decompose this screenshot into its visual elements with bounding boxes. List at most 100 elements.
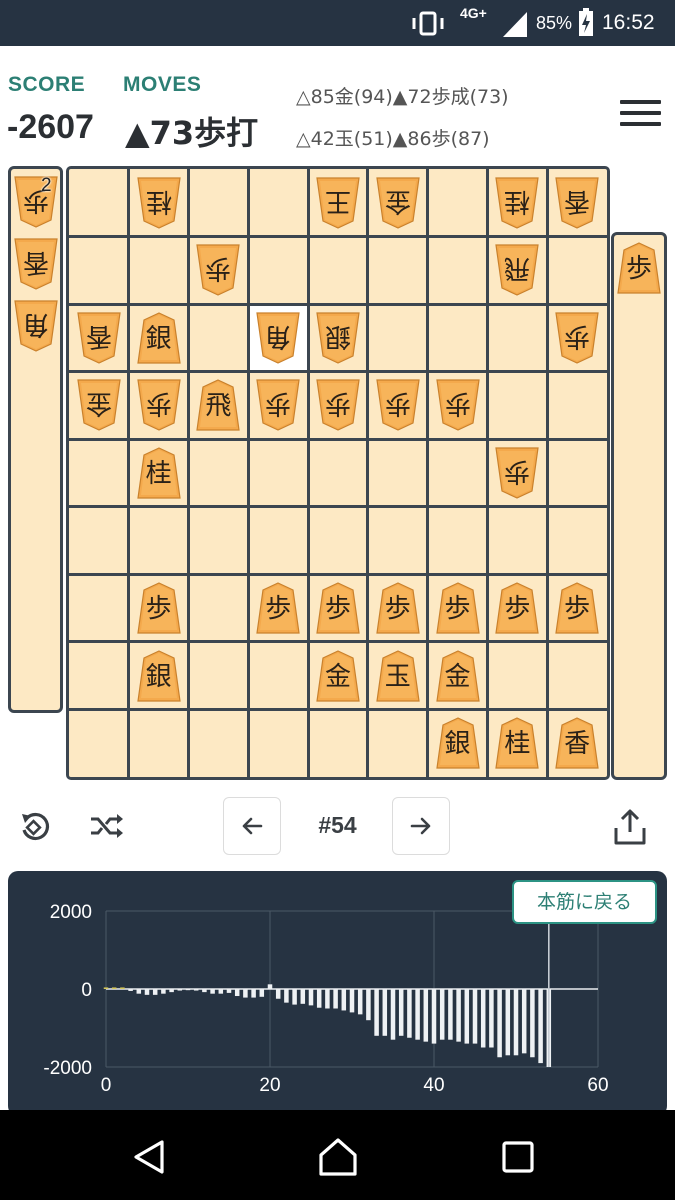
eval-bar — [480, 989, 486, 1048]
prev-move-button[interactable] — [223, 797, 281, 855]
board-piece[interactable]: 銀 — [315, 311, 361, 365]
move-number: #54 — [318, 812, 357, 838]
board-piece[interactable]: 歩 — [375, 378, 421, 432]
piece-char: 香 — [85, 320, 112, 351]
eval-bar — [120, 987, 125, 989]
hand-piece[interactable]: 角 — [13, 299, 59, 353]
hamburger-menu-icon[interactable] — [620, 100, 662, 130]
board-piece[interactable]: 歩 — [554, 311, 600, 365]
eval-bar — [316, 989, 322, 1008]
hand-piece[interactable]: 香 — [13, 237, 59, 291]
board-piece[interactable]: 銀 — [136, 649, 182, 703]
board-piece[interactable]: 歩 — [494, 446, 540, 500]
eval-bar — [284, 989, 289, 1003]
eval-bar — [472, 989, 478, 1044]
back-icon[interactable] — [130, 1137, 170, 1177]
piece-char: 角 — [23, 309, 50, 339]
board-piece[interactable]: 金 — [76, 378, 122, 432]
board-piece[interactable]: 歩 — [136, 581, 182, 635]
clock: 16:52 — [602, 11, 655, 34]
arrow-left-icon — [242, 817, 263, 835]
board-piece[interactable]: 桂 — [494, 716, 540, 770]
board-piece[interactable]: 銀 — [435, 716, 481, 770]
grid-line — [69, 302, 607, 306]
piece-char: 角 — [265, 320, 292, 351]
board-piece[interactable]: 歩 — [195, 243, 241, 297]
board-piece[interactable]: 歩 — [315, 378, 361, 432]
board-piece[interactable]: 玉 — [375, 649, 421, 703]
eval-bar — [439, 989, 445, 1040]
eval-bar — [210, 989, 215, 994]
return-to-mainline-button[interactable]: 本筋に戻る — [512, 880, 657, 924]
board-piece[interactable]: 香 — [76, 311, 122, 365]
board-piece[interactable]: 歩 — [494, 581, 540, 635]
board-piece[interactable]: 歩 — [315, 581, 361, 635]
board-piece[interactable]: 金 — [315, 649, 361, 703]
hand-piece[interactable]: 歩 — [616, 241, 662, 295]
board-piece[interactable]: 桂 — [136, 176, 182, 230]
eval-bar — [431, 989, 437, 1044]
grid-line — [69, 437, 607, 441]
shuffle-icon[interactable] — [88, 808, 124, 844]
next-move-button[interactable] — [392, 797, 450, 855]
piece-char: 飛 — [205, 391, 232, 422]
share-icon[interactable] — [610, 806, 650, 848]
piece-char: 歩 — [324, 594, 351, 625]
board-piece[interactable]: 角 — [255, 311, 301, 365]
eval-bar — [259, 989, 265, 997]
board-piece[interactable]: 歩 — [375, 581, 421, 635]
board-piece[interactable]: 香 — [554, 176, 600, 230]
board-piece[interactable]: 歩 — [136, 378, 182, 432]
piece-char: 歩 — [384, 388, 411, 419]
y-tick-label: 2000 — [50, 902, 92, 923]
eval-bar — [226, 989, 232, 993]
board-piece[interactable]: 歩 — [435, 378, 481, 432]
board-piece[interactable]: 飛 — [494, 243, 540, 297]
rotate-board-icon[interactable] — [16, 806, 56, 846]
eval-bar — [390, 989, 396, 1040]
board-piece[interactable]: 香 — [554, 716, 600, 770]
eval-bar — [292, 989, 297, 1005]
board-piece[interactable]: 歩 — [554, 581, 600, 635]
eval-bar — [300, 989, 306, 1004]
eval-bar — [251, 989, 256, 998]
piece-char: 銀 — [325, 320, 352, 351]
board-piece[interactable]: 銀 — [136, 311, 182, 365]
eval-bar — [128, 989, 133, 991]
eval-bar — [152, 989, 158, 995]
board-piece[interactable]: 金 — [375, 176, 421, 230]
eval-bar — [407, 989, 412, 1038]
board-piece[interactable]: 桂 — [494, 176, 540, 230]
board-piece[interactable]: 歩 — [255, 378, 301, 432]
move-history-line-2: △42玉(51)▲86歩(87) — [296, 128, 490, 150]
piece-char: 歩 — [325, 388, 352, 419]
eval-bar — [333, 989, 338, 1009]
piece-char: 桂 — [145, 459, 172, 489]
eval-bar — [341, 989, 347, 1011]
eval-bar — [423, 989, 429, 1042]
board-piece[interactable]: 歩 — [255, 581, 301, 635]
board-piece[interactable]: 桂 — [136, 446, 182, 500]
network-type: 4G+ — [460, 5, 487, 21]
grid-line — [545, 169, 549, 777]
board-piece[interactable]: 歩 — [435, 581, 481, 635]
piece-char: 歩 — [145, 388, 172, 419]
grid-line — [127, 169, 131, 777]
recents-icon[interactable] — [500, 1139, 536, 1175]
battery-percent: 85% — [536, 13, 573, 33]
x-tick-label: 0 — [101, 1075, 112, 1096]
grid-line — [69, 572, 607, 576]
board-piece[interactable]: 飛 — [195, 378, 241, 432]
eval-bar — [538, 989, 543, 1064]
eval-bar — [111, 987, 117, 989]
home-icon[interactable] — [317, 1136, 359, 1178]
board-piece[interactable]: 金 — [435, 649, 481, 703]
hand-piece[interactable]: 歩 — [13, 175, 59, 229]
signal-icon — [500, 0, 530, 46]
eval-bar — [144, 989, 150, 995]
eval-bar — [161, 989, 166, 994]
piece-char: 桂 — [504, 185, 531, 216]
x-tick-label: 20 — [259, 1075, 280, 1096]
piece-char: 歩 — [145, 594, 172, 625]
board-piece[interactable]: 王 — [315, 176, 361, 230]
